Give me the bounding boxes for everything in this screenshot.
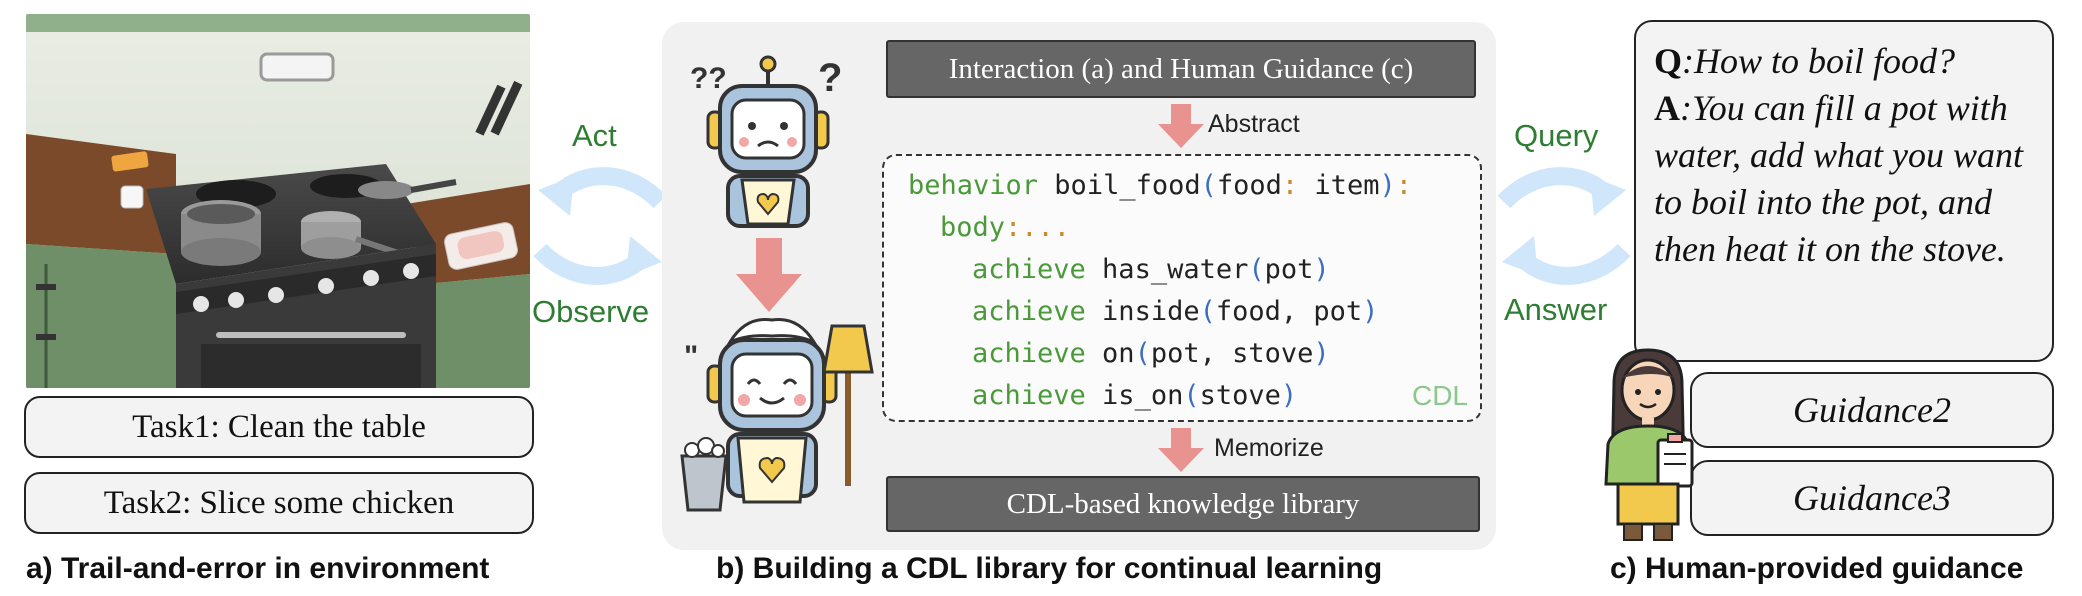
query-answer-cycle-arrows [1497,167,1631,285]
a-prefix: A [1654,88,1680,128]
code-paren: ) [1313,338,1330,369]
code-function: is_on [1085,380,1184,411]
code-type: item [1298,170,1380,201]
task1-label: Task1: Clean the table [132,408,426,445]
code-keyword: achieve [972,338,1086,369]
code-line-1: behavior boil_food(food: item): [908,170,1412,201]
happy-mark: " [684,340,699,373]
code-line-5: achieve on(pot, stove) [972,338,1330,369]
qa-guidance-box: Q:How to boil food? A:You can fill a pot… [1634,20,2054,362]
human-guide-icon [1604,348,1694,541]
code-paren: ( [1134,338,1151,369]
cdl-code-box: behavior boil_food(food: item): body:...… [882,154,1482,422]
code-keyword: achieve [972,296,1086,327]
knowledge-library-label: CDL-based knowledge library [1006,487,1360,520]
code-body-ellipsis: :... [1005,212,1071,243]
code-colon: : [1395,170,1412,201]
code-paren: ) [1280,380,1298,411]
code-function: inside [1085,296,1200,327]
code-arg: pot, stove [1150,338,1314,369]
caption-a: a) Trail-and-error in environment [26,552,490,585]
code-line-4: achieve inside(food, pot) [972,296,1378,327]
code-paren: ( [1183,380,1200,411]
guidance2-box: Guidance2 [1690,372,2054,448]
code-colon: : [1281,170,1299,201]
code-line-6: achieve is_on(stove) [972,380,1297,411]
act-label: Act [572,118,617,153]
code-keyword: body [940,212,1006,243]
code-behavior-name: boil_food [1038,170,1201,201]
happy-robot-icon [680,317,874,512]
code-paren: ( [1200,170,1217,201]
confused-mark-right: ? [818,56,843,100]
code-paren: ) [1362,296,1379,327]
code-arg: stove [1199,380,1281,411]
memorize-arrow-down [1158,428,1204,472]
code-arg: food [1216,170,1282,201]
caption-c: c) Human-provided guidance [1610,552,2024,585]
knowledge-library-box: CDL-based knowledge library [886,476,1480,532]
code-paren: ( [1248,254,1265,285]
q-prefix: Q [1654,41,1683,81]
question-line: Q:How to boil food? [1654,38,2034,85]
learn-arrow-down [736,238,802,312]
code-keyword: achieve [972,380,1086,411]
act-observe-cycle-arrows [533,167,667,285]
memorize-label: Memorize [1214,434,1324,462]
code-arg: pot [1264,254,1314,285]
code-arg: food, pot [1215,296,1363,327]
code-line-3: achieve has_water(pot) [972,254,1330,285]
code-line-2: body:... [940,212,1070,243]
code-keyword: behavior [908,170,1039,201]
interaction-guidance-label: Interaction (a) and Human Guidance (c) [948,52,1414,85]
question-text: :How to boil food? [1682,41,1956,81]
confused-marks-left: ?? [690,62,727,95]
code-function: on [1085,338,1135,369]
kitchen-scene-image [26,14,530,388]
answer-line: A:You can fill a pot with water, add wha… [1654,85,2034,273]
abstract-arrow-down [1158,104,1204,148]
cdl-tag: CDL [1411,380,1468,411]
guidance2-label: Guidance2 [1793,390,1951,430]
code-keyword: achieve [972,254,1086,285]
code-paren: ( [1199,296,1216,327]
code-paren: ) [1379,170,1396,201]
caption-b: b) Building a CDL library for continual … [716,552,1383,585]
guidance3-box: Guidance3 [1690,460,2054,536]
abstract-label: Abstract [1208,110,1300,138]
kitchen-illustration [26,14,530,388]
code-function: has_water [1085,254,1249,285]
answer-text: :You can fill a pot with water, add what… [1654,88,2024,269]
task2-label: Task2: Slice some chicken [103,484,455,521]
task1-box: Task1: Clean the table [24,396,534,458]
task2-box: Task2: Slice some chicken [24,472,534,534]
interaction-guidance-box: Interaction (a) and Human Guidance (c) [886,40,1476,98]
query-label: Query [1514,118,1599,153]
guidance3-label: Guidance3 [1793,478,1951,518]
code-paren: ) [1313,254,1330,285]
